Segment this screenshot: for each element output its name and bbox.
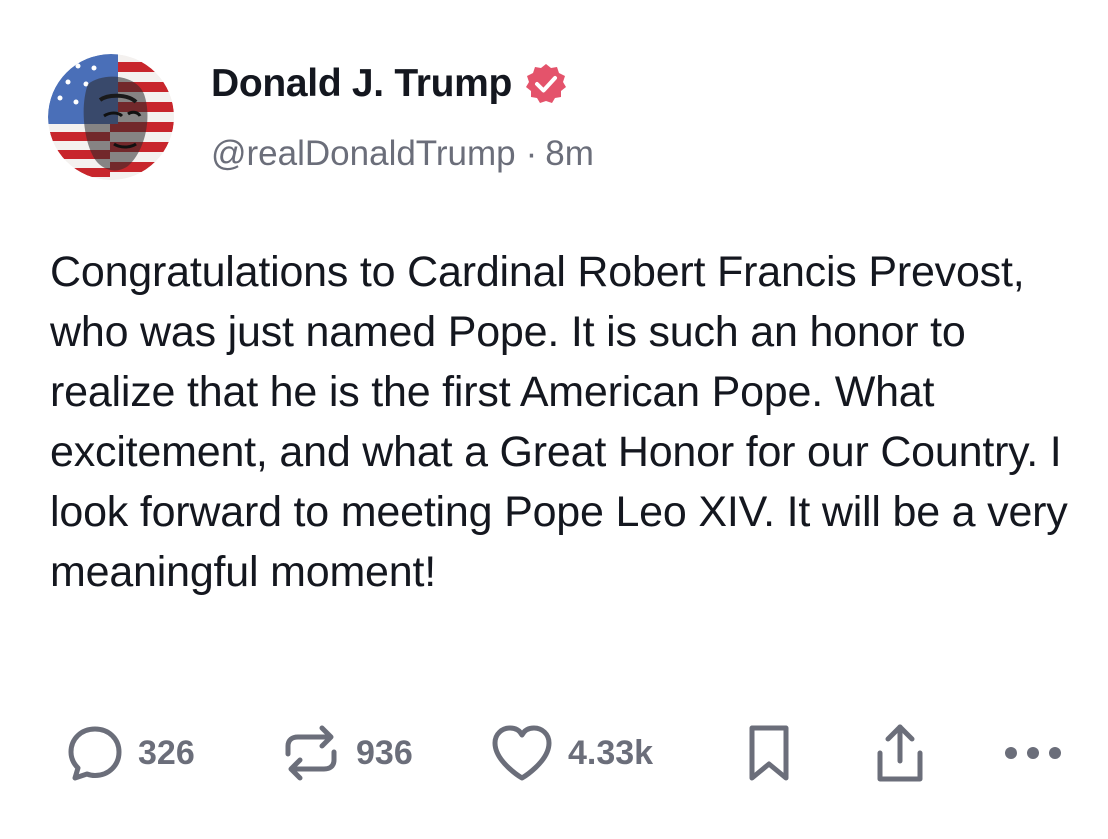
- like-button[interactable]: 4.33k: [490, 718, 653, 788]
- bookmark-icon: [749, 725, 789, 781]
- retruth-count: 936: [356, 733, 413, 772]
- author-display-name[interactable]: Donald J. Trump: [211, 62, 512, 106]
- reply-button[interactable]: 326: [66, 718, 195, 788]
- more-options-button[interactable]: [1002, 718, 1064, 788]
- retruth-icon: [285, 725, 337, 781]
- verified-badge-icon: [526, 64, 567, 103]
- share-button[interactable]: [872, 718, 928, 788]
- author-name-row: Donald J. Trump: [211, 60, 568, 108]
- share-icon: [877, 724, 923, 782]
- reply-count: 326: [138, 733, 195, 772]
- action-bar: 326 936 4.33k: [0, 718, 1108, 788]
- retruth-button[interactable]: 936: [280, 718, 413, 788]
- post-timestamp[interactable]: 8m: [545, 134, 594, 173]
- like-count: 4.33k: [568, 733, 654, 772]
- meta-separator: ·: [525, 134, 538, 173]
- like-icon: [492, 725, 552, 781]
- author-handle[interactable]: @realDonaldTrump: [211, 134, 516, 173]
- post-card: Donald J. Trump @realDonaldTrump · 8m Cong…: [0, 0, 1108, 839]
- more-icon: [1005, 747, 1061, 759]
- reply-icon: [68, 726, 122, 781]
- avatar[interactable]: [48, 54, 174, 180]
- post-body: Congratulations to Cardinal Robert Franc…: [50, 248, 1068, 596]
- bookmark-button[interactable]: [746, 718, 792, 788]
- author-meta: @realDonaldTrump · 8m: [211, 134, 594, 174]
